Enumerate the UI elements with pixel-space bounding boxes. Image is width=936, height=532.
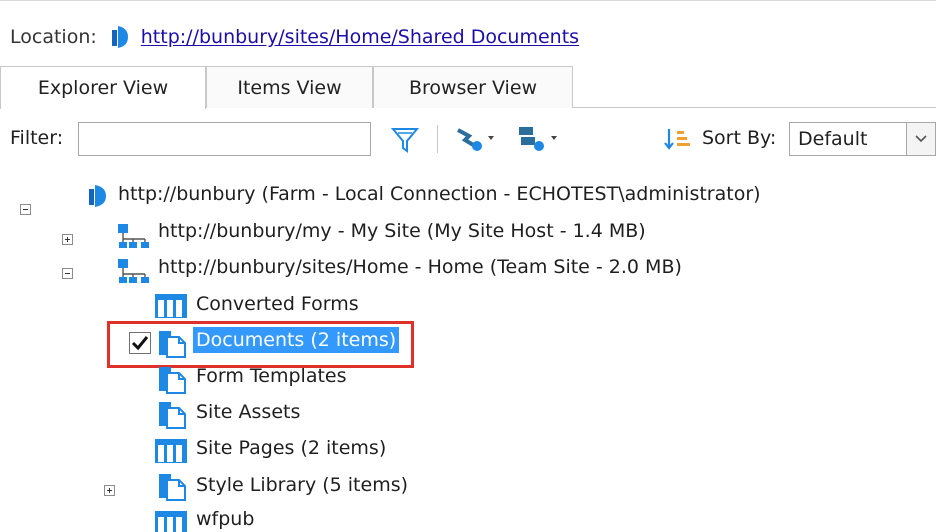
tab-explorer-view[interactable]: Explorer View: [0, 66, 206, 109]
filter-input[interactable]: [78, 122, 371, 156]
tab-label: Items View: [237, 76, 342, 99]
document-library-icon: [159, 331, 186, 358]
tab-label: Browser View: [408, 76, 538, 99]
tree-root-label[interactable]: http://bunbury (Farm - Local Connection …: [118, 183, 761, 205]
site-collection-icon: [118, 259, 149, 283]
tree-item-label[interactable]: Site Assets: [196, 401, 300, 423]
document-library-icon: [159, 402, 186, 429]
tree-my-site-label[interactable]: http://bunbury/my - My Site (My Site Hos…: [158, 220, 646, 242]
location-link[interactable]: http://bunbury/sites/Home/Shared Documen…: [141, 26, 579, 48]
disconnect-icon[interactable]: [515, 124, 561, 154]
list-icon: [155, 294, 187, 318]
list-icon: [155, 511, 187, 532]
filter-bar: Filter: Sort By: Default: [0, 118, 936, 160]
expand-toggle[interactable]: [62, 234, 73, 245]
documents-checkbox[interactable]: [129, 332, 151, 354]
tree-item-label[interactable]: Site Pages (2 items): [196, 437, 386, 459]
tree-item-label[interactable]: wfpub: [196, 508, 254, 530]
filter-funnel-icon[interactable]: [390, 126, 420, 154]
filter-label: Filter:: [10, 127, 64, 149]
site-collection-icon: [118, 224, 149, 248]
checkmark-icon: [131, 336, 149, 351]
location-bar: Location: http://bunbury/sites/Home/Shar…: [10, 22, 579, 52]
sharepoint-farm-icon: [111, 26, 128, 48]
sort-by-label: Sort By:: [702, 127, 777, 149]
connect-icon[interactable]: [455, 124, 497, 154]
tree-item-label[interactable]: Form Templates: [196, 365, 347, 387]
collapse-toggle[interactable]: [20, 204, 31, 215]
collapse-toggle[interactable]: [62, 268, 73, 279]
tab-items-view[interactable]: Items View: [206, 66, 373, 108]
tree-item-label-selected[interactable]: Documents (2 items): [193, 327, 400, 353]
location-label: Location:: [10, 26, 97, 48]
tree-item-label[interactable]: Converted Forms: [196, 293, 359, 315]
tree-home-site-label[interactable]: http://bunbury/sites/Home - Home (Team S…: [158, 256, 682, 278]
sort-icon[interactable]: [664, 126, 692, 152]
toolbar-separator: [437, 125, 438, 153]
tab-browser-view[interactable]: Browser View: [373, 66, 573, 108]
sharepoint-farm-icon: [89, 185, 106, 207]
chevron-down-icon[interactable]: [906, 123, 935, 155]
sort-by-value: Default: [798, 128, 868, 150]
tree-item-label[interactable]: Style Library (5 items): [196, 474, 408, 496]
document-library-icon: [159, 474, 186, 501]
document-library-icon: [159, 367, 186, 394]
top-border: [0, 0, 936, 1]
view-tabs: Explorer View Items View Browser View: [0, 66, 936, 109]
expand-toggle[interactable]: [104, 485, 115, 496]
tab-label: Explorer View: [37, 77, 169, 99]
sort-by-dropdown[interactable]: Default: [789, 122, 936, 156]
list-icon: [155, 439, 187, 463]
